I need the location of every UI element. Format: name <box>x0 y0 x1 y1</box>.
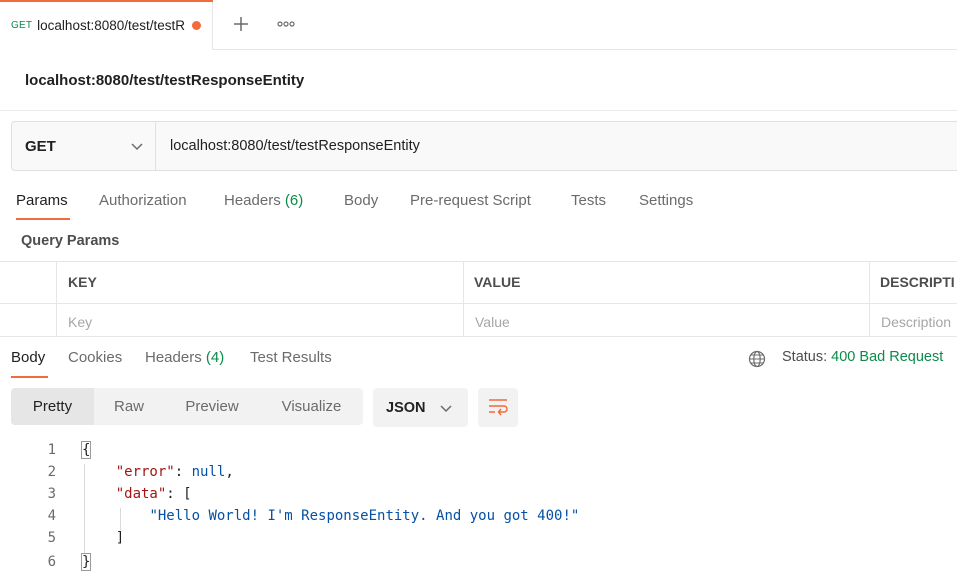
tab-settings[interactable]: Settings <box>639 192 693 209</box>
plus-icon[interactable] <box>229 12 253 36</box>
wrap-lines-button[interactable] <box>478 388 518 427</box>
json-key-error: "error" <box>115 464 175 480</box>
method-label: GET <box>25 137 56 155</box>
tab-bar: GET localhost:8080/test/testResponseEnti… <box>0 0 957 50</box>
key-input[interactable]: Key <box>68 314 92 330</box>
line-number: 1 <box>47 442 56 458</box>
json-key-data: "data" <box>115 486 167 502</box>
tab-params[interactable]: Params <box>16 192 68 209</box>
line-number: 6 <box>47 554 56 570</box>
view-mode-switcher: Pretty Raw Preview Visualize <box>11 388 363 425</box>
code-line: 1 { <box>0 440 957 462</box>
line-number: 3 <box>47 486 56 502</box>
tab-headers[interactable]: Headers (6) <box>224 192 303 209</box>
code-line: 4 "Hello World! I'm ResponseEntity. And … <box>0 506 957 528</box>
view-raw-button[interactable]: Raw <box>94 388 164 425</box>
code-line: 5 ] <box>0 528 957 550</box>
response-tab-body[interactable]: Body <box>11 349 45 366</box>
query-params-table: KEY VALUE DESCRIPTI Key Value Descriptio… <box>0 261 957 337</box>
tab-body[interactable]: Body <box>344 192 378 209</box>
chevron-down-icon <box>130 139 144 156</box>
wrap-lines-icon <box>487 396 509 419</box>
more-horizontal-icon[interactable] <box>274 12 298 36</box>
request-tab-name: localhost:8080/test/testResponseEntity <box>37 17 186 33</box>
close-brace: } <box>80 553 92 571</box>
view-visualize-button[interactable]: Visualize <box>260 388 363 425</box>
json-value-null: null <box>191 464 226 480</box>
url-input[interactable]: localhost:8080/test/testResponseEntity <box>156 122 957 170</box>
query-params-label: Query Params <box>21 233 120 249</box>
response-tab-cookies[interactable]: Cookies <box>68 349 122 366</box>
request-tab-active[interactable]: GET localhost:8080/test/testResponseEnti… <box>0 0 213 50</box>
format-label: JSON <box>386 399 426 416</box>
view-preview-button[interactable]: Preview <box>164 388 260 425</box>
view-pretty-button[interactable]: Pretty <box>11 388 94 425</box>
line-number: 2 <box>47 464 56 480</box>
response-tab-test-results[interactable]: Test Results <box>250 349 332 366</box>
url-bar: GET localhost:8080/test/testResponseEnti… <box>11 121 957 171</box>
description-input[interactable]: Description <box>881 314 951 330</box>
value-input[interactable]: Value <box>475 314 510 330</box>
globe-icon[interactable] <box>748 350 766 371</box>
unsaved-dot-icon <box>192 21 201 30</box>
request-tab-method: GET <box>11 19 33 31</box>
active-tab-indicator <box>16 218 70 220</box>
column-header-description: DESCRIPTI <box>880 274 955 290</box>
response-body-code[interactable]: 1 { 2 "error": null, 3 "data": [ 4 "Hell… <box>0 440 957 576</box>
tab-pre-request-script[interactable]: Pre-request Script <box>410 192 531 209</box>
response-status: Status: 400 Bad Request <box>782 349 944 365</box>
column-header-value: VALUE <box>474 274 521 290</box>
headers-count: (6) <box>284 192 304 209</box>
open-brace: { <box>80 441 92 459</box>
code-line: 2 "error": null, <box>0 462 957 484</box>
divider <box>0 110 957 111</box>
active-response-tab-indicator <box>11 376 48 378</box>
chevron-down-icon <box>439 401 453 418</box>
line-number: 4 <box>47 508 56 524</box>
request-title[interactable]: localhost:8080/test/testResponseEntity <box>25 72 304 89</box>
status-value[interactable]: 400 Bad Request <box>831 349 943 365</box>
column-header-key: KEY <box>68 274 97 290</box>
tab-tests[interactable]: Tests <box>571 192 606 209</box>
tab-authorization[interactable]: Authorization <box>99 192 187 209</box>
method-select[interactable]: GET <box>12 122 156 170</box>
response-tabs: Body Cookies Headers (4) Test Results St… <box>0 341 957 379</box>
code-line: 3 "data": [ <box>0 484 957 506</box>
line-number: 5 <box>47 530 56 546</box>
response-headers-count: (4) <box>205 349 225 366</box>
json-string-value: "Hello World! I'm ResponseEntity. And yo… <box>149 508 580 524</box>
code-line: 6 } <box>0 552 957 574</box>
format-select[interactable]: JSON <box>373 388 468 427</box>
request-tabs: Params Authorization Headers (6) Body Pr… <box>0 186 957 220</box>
response-tab-headers[interactable]: Headers (4) <box>145 349 224 366</box>
